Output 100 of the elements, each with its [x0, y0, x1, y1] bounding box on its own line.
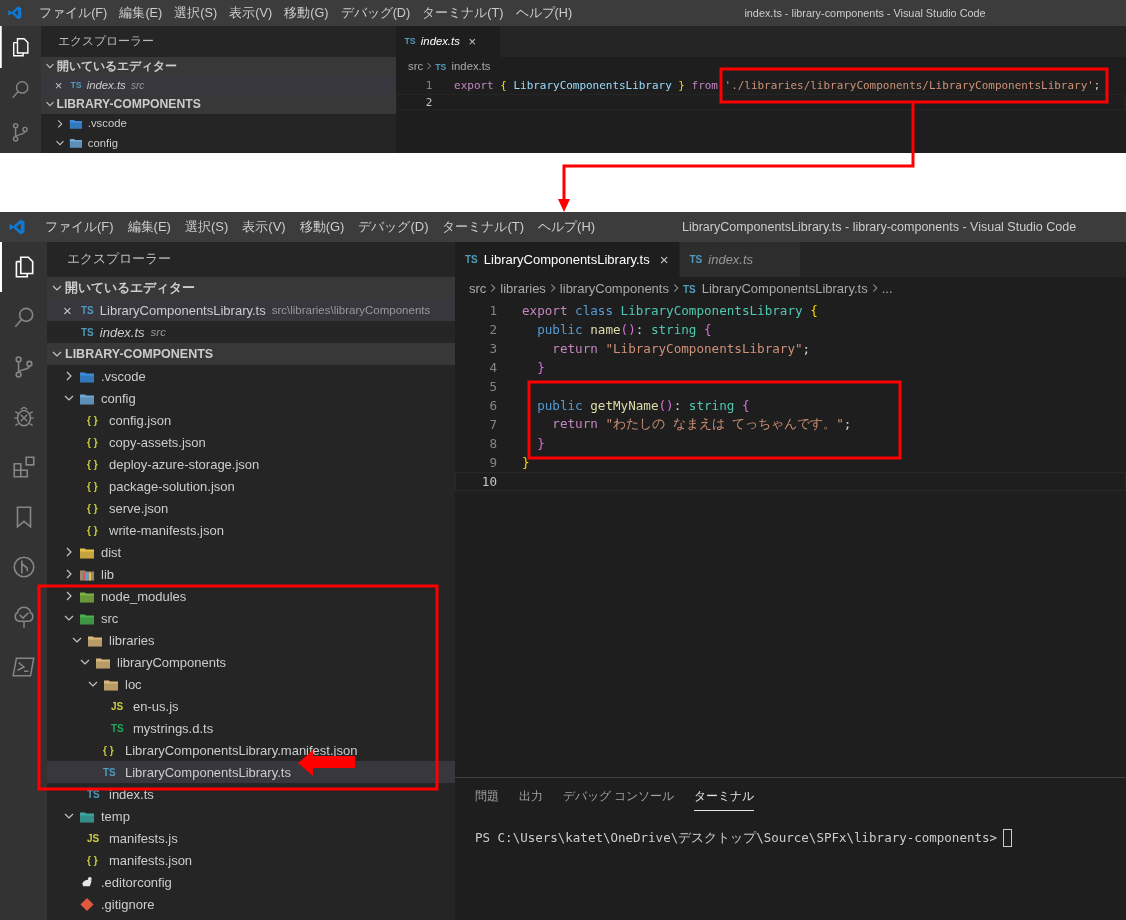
menu-item[interactable]: 移動(G)	[278, 4, 335, 22]
line-number: 5	[488, 379, 497, 395]
line-number: 2	[424, 95, 433, 109]
code-line: return "わたしの なまえは てっちゃんです。";	[551, 416, 852, 434]
tree-item[interactable]: TS index.ts	[47, 783, 455, 806]
file-type-icon: { }	[87, 854, 103, 866]
logo-icon	[8, 218, 26, 237]
editor-tab[interactable]: TS index.ts	[679, 242, 801, 278]
window-title: index.ts - library-components - Visual Studio Code	[743, 7, 987, 20]
code-line: public getMyName(): string {	[536, 398, 750, 414]
menu-item[interactable]: ヘルプ(H)	[531, 218, 603, 237]
tree-item[interactable]: .vscode	[47, 365, 455, 388]
terminal-prompt: PS C:\Users\katet\OneDrive\デスクトップ\Source\SPFx\library-components>	[475, 829, 997, 847]
tree-item[interactable]: config	[47, 387, 455, 410]
diamond-icon	[79, 896, 95, 912]
tree-item[interactable]: .editorconfig	[47, 871, 455, 894]
tree-item[interactable]: { } config.json	[47, 409, 455, 432]
extensions-icon[interactable]	[10, 454, 37, 481]
panel-tab[interactable]: 出力	[519, 788, 543, 812]
tree-item[interactable]: TS LibraryComponentsLibrary.ts	[47, 761, 455, 784]
tree-item[interactable]: { } copy-assets.json	[47, 431, 455, 454]
menu-item[interactable]: デバッグ(D)	[351, 218, 436, 237]
file-type-icon: { }	[87, 414, 103, 426]
tree-item[interactable]: dist	[47, 541, 455, 564]
code-line: }	[536, 360, 545, 376]
line-number: 10	[480, 474, 497, 490]
menu-item[interactable]: 選択(S)	[177, 218, 236, 237]
line-number: 8	[488, 436, 497, 452]
tree-item[interactable]: { } deploy-azure-storage.json	[47, 453, 455, 476]
tree-item[interactable]: temp	[47, 805, 455, 828]
code-editor[interactable]: 1 export { LibraryComponentsLibrary } from './libraries/libraryComponents/LibraryComponentsLibrary'; 2	[395, 75, 1126, 154]
code-line: export { LibraryComponentsLibrary } from './libraries/libraryComponents/LibraryComponentsLibrary';	[453, 79, 1101, 93]
breadcrumb-item[interactable]: src	[408, 60, 424, 73]
tree-item[interactable]: lib	[47, 563, 455, 586]
section-header[interactable]: 開いているエディター	[47, 277, 455, 300]
breadcrumb-item[interactable]: libraryComponents	[559, 280, 669, 296]
close-icon[interactable]: ×	[63, 301, 72, 319]
open-editor-item[interactable]: × TS LibraryComponentsLibrary.ts src\libraries\libraryComponents	[47, 299, 455, 322]
menu-item[interactable]: 移動(G)	[292, 218, 352, 237]
open-editor-item[interactable]: TS index.ts src	[47, 321, 455, 344]
menu-item[interactable]: ターミナル(T)	[435, 218, 532, 237]
tree-item[interactable]: config	[40, 133, 396, 153]
logo-icon	[6, 5, 23, 21]
menu-item[interactable]: 表示(V)	[235, 218, 293, 237]
tree-item[interactable]: { } package-solution.json	[47, 475, 455, 498]
file-type-icon: { }	[87, 436, 103, 448]
line-number: 3	[488, 341, 497, 357]
tree-item[interactable]: src	[47, 607, 455, 630]
menu-item[interactable]: 編集(E)	[113, 4, 169, 22]
tree-item[interactable]: { } LibraryComponentsLibrary.manifest.json	[47, 739, 455, 762]
code-line: }	[521, 455, 530, 471]
tree-item[interactable]: node_modules	[47, 585, 455, 608]
menu-item[interactable]: デバッグ(D)	[334, 4, 417, 22]
tree-item[interactable]: libraries	[47, 629, 455, 652]
tree-item[interactable]: { } write-manifests.json	[47, 519, 455, 542]
menu-item[interactable]: ファイル(F)	[38, 218, 121, 237]
code-editor[interactable]: 1 export class LibraryComponentsLibrary { 2 public name(): string { 3 return "LibraryComponentsLibrary"; 4 } 5 6 public getMyName(): string { 7 return "わたしの なまえは てっちゃんです。"; 8 } 9 } 10	[455, 299, 1126, 778]
menu-item[interactable]: ヘルプ(H)	[509, 4, 579, 22]
close-icon[interactable]: ×	[54, 77, 63, 93]
breadcrumb-item[interactable]: TS LibraryComponentsLibrary.ts	[682, 280, 868, 296]
tree-item[interactable]: .gitignore	[47, 893, 455, 916]
breadcrumb-item[interactable]: src	[469, 280, 487, 296]
line-number: 1	[424, 79, 433, 93]
tree-item[interactable]: libraryComponents	[47, 651, 455, 674]
code-line: export class LibraryComponentsLibrary {	[521, 303, 818, 319]
menu-item[interactable]: ターミナル(T)	[416, 4, 510, 22]
line-number: 2	[488, 322, 497, 338]
file-type-icon: TS	[103, 766, 119, 778]
close-icon[interactable]: ×	[659, 251, 669, 269]
editor-tab[interactable]: TS LibraryComponentsLibrary.ts ×	[455, 242, 680, 278]
line-number: 7	[488, 417, 497, 433]
section-header[interactable]: 開いているエディター	[40, 56, 396, 76]
tree-item[interactable]: { } manifests.json	[47, 849, 455, 872]
line-number: 1	[488, 303, 497, 319]
code-line: public name(): string {	[536, 322, 712, 338]
tree-item[interactable]: .vscode	[40, 113, 396, 134]
code-line: }	[536, 436, 545, 452]
breadcrumb-item[interactable]: TS index.ts	[435, 60, 491, 73]
tree-item[interactable]: JS en-us.js	[47, 695, 455, 718]
search-icon[interactable]	[9, 78, 32, 101]
tree-item[interactable]: { } serve.json	[47, 497, 455, 520]
panel-tab[interactable]: ターミナル	[694, 788, 755, 812]
file-type-icon: { }	[87, 524, 103, 536]
editor-tab[interactable]: TS index.ts ×	[395, 26, 502, 57]
tree-item[interactable]: JS manifests.js	[47, 827, 455, 850]
panel-tab[interactable]: 問題	[475, 788, 499, 812]
close-icon[interactable]: ×	[468, 33, 477, 49]
menu-item[interactable]: ファイル(F)	[33, 4, 114, 22]
tree-item[interactable]: loc	[47, 673, 455, 696]
line-number: 4	[488, 360, 497, 376]
panel-tab[interactable]: デバッグ コンソール	[563, 788, 675, 812]
menu-item[interactable]: 編集(E)	[120, 218, 178, 237]
tree-item[interactable]: TS mystrings.d.ts	[47, 717, 455, 740]
line-number: 9	[488, 455, 497, 471]
menu-item[interactable]: 表示(V)	[223, 4, 279, 22]
breadcrumb-item[interactable]: ...	[881, 280, 893, 296]
terminal-cursor	[1003, 829, 1012, 848]
breadcrumb-item[interactable]: libraries	[500, 280, 546, 296]
section-header[interactable]: LIBRARY-COMPONENTS	[47, 343, 455, 366]
menu-item[interactable]: 選択(S)	[168, 4, 224, 22]
